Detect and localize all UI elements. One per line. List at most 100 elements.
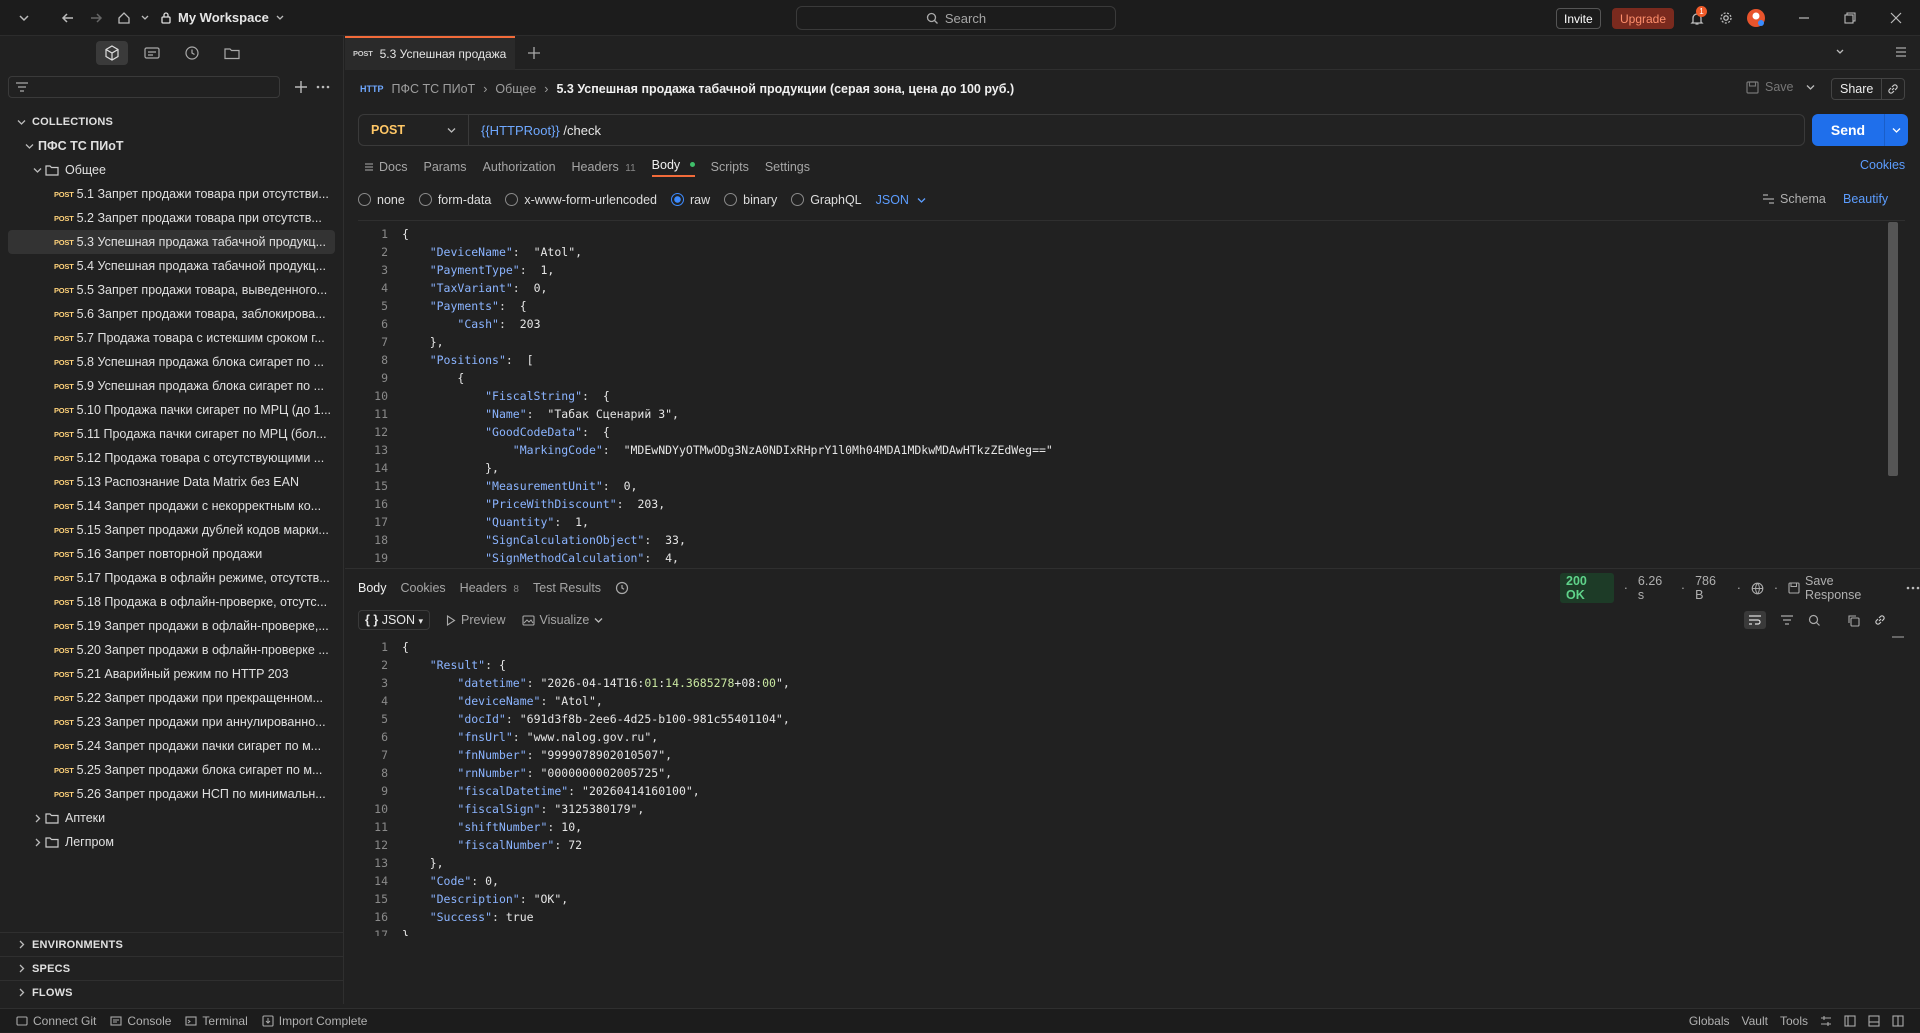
radio-raw[interactable]: raw bbox=[671, 193, 710, 207]
connect-git-button[interactable]: Connect Git bbox=[16, 1014, 96, 1028]
radio-none[interactable]: none bbox=[358, 193, 405, 207]
tab-headers[interactable]: Headers 11 bbox=[572, 160, 636, 174]
sidebar-request-item[interactable]: POST 5.1 Запрет продажи товара при отсутс… bbox=[0, 182, 343, 206]
wrap-lines-icon[interactable] bbox=[1744, 611, 1766, 629]
resp-tab-body[interactable]: Body bbox=[358, 581, 387, 595]
response-history-icon[interactable] bbox=[615, 581, 629, 595]
sidebar-request-item[interactable]: POST 5.17 Продажа в офлайн режиме, отсутс… bbox=[0, 566, 343, 590]
sidebar-request-item[interactable]: POST 5.2 Запрет продажи товара при отсутс… bbox=[0, 206, 343, 230]
request-editor-scrollbar[interactable] bbox=[1888, 222, 1898, 476]
user-avatar[interactable] bbox=[1742, 4, 1770, 32]
tab-request-5-3[interactable]: POST 5.3 Успешная продажа bbox=[345, 35, 515, 70]
sidebar-request-item[interactable]: POST 5.13 Распознание Data Matrix без EAN bbox=[0, 470, 343, 494]
notifications-bell-icon[interactable]: 1 bbox=[1683, 4, 1711, 32]
console-button[interactable]: Console bbox=[110, 1014, 171, 1028]
share-button[interactable]: Share bbox=[1831, 78, 1906, 100]
tab-scripts[interactable]: Scripts bbox=[711, 160, 749, 174]
specs-section[interactable]: SPECS bbox=[0, 956, 344, 980]
sidebar-request-item[interactable]: POST 5.4 Успешная продажа табачной продук… bbox=[0, 254, 343, 278]
settings-gear-icon[interactable] bbox=[1712, 4, 1740, 32]
add-collection-plus-icon[interactable] bbox=[294, 80, 308, 94]
layout-bottom-icon[interactable] bbox=[1868, 1015, 1880, 1027]
sidebar-request-item[interactable]: POST 5.11 Продажа пачки сигарет по МРЦ (б… bbox=[0, 422, 343, 446]
layout-grid-icon[interactable] bbox=[1895, 46, 1907, 58]
sidebar-request-item[interactable]: POST 5.9 Успешная продажа блока сигарет п… bbox=[0, 374, 343, 398]
beautify-button[interactable]: Beautify bbox=[1843, 192, 1888, 206]
filter-icon[interactable] bbox=[1780, 614, 1794, 626]
sidebar-request-item[interactable]: POST 5.26 Запрет продажи НСП по минимальн… bbox=[0, 782, 343, 806]
visualize-button[interactable]: Visualize bbox=[521, 613, 604, 627]
tools-button[interactable]: Tools bbox=[1780, 1014, 1808, 1028]
radio-x-www-form-urlencoded[interactable]: x-www-form-urlencoded bbox=[505, 193, 657, 207]
more-options-icon[interactable] bbox=[1906, 586, 1920, 590]
cookies-link[interactable]: Cookies bbox=[1860, 158, 1905, 172]
search-icon[interactable] bbox=[1808, 614, 1821, 627]
response-time[interactable]: 6.26 s bbox=[1638, 574, 1671, 602]
save-response-button[interactable]: Save Response bbox=[1788, 574, 1890, 602]
sidebar-request-item[interactable]: POST 5.6 Запрет продажи товара, заблокиро… bbox=[0, 302, 343, 326]
sidebar-request-item[interactable]: POST 5.20 Запрет продажи в офлайн-проверк… bbox=[0, 638, 343, 662]
back-arrow-icon[interactable] bbox=[54, 4, 82, 32]
vault-button[interactable]: Vault bbox=[1742, 1014, 1768, 1028]
preview-button[interactable]: Preview bbox=[446, 613, 506, 627]
home-icon[interactable] bbox=[110, 4, 138, 32]
globals-button[interactable]: Globals bbox=[1689, 1014, 1730, 1028]
link-icon[interactable] bbox=[1874, 614, 1886, 626]
upgrade-button[interactable]: Upgrade bbox=[1612, 8, 1675, 29]
method-selector[interactable]: POST bbox=[359, 115, 469, 145]
request-title[interactable]: 5.3 Успешная продажа табачной продукции … bbox=[556, 82, 1014, 96]
sidebar-request-item[interactable]: POST 5.23 Запрет продажи при аннулированн… bbox=[0, 710, 343, 734]
close-window-icon[interactable] bbox=[1882, 4, 1910, 32]
home-chevron-icon[interactable] bbox=[138, 4, 152, 32]
layout-split-icon[interactable] bbox=[1844, 1015, 1856, 1027]
radio-binary[interactable]: binary bbox=[724, 193, 777, 207]
workspace-switcher[interactable]: My Workspace bbox=[160, 10, 285, 25]
send-button[interactable]: Send bbox=[1812, 114, 1908, 146]
body-format-dropdown[interactable]: JSON bbox=[876, 193, 926, 207]
breadcrumb-collection[interactable]: ПФС ТС ПИоТ bbox=[392, 82, 476, 96]
restore-window-icon[interactable] bbox=[1836, 4, 1864, 32]
schema-button[interactable]: Schema bbox=[1762, 192, 1826, 206]
tab-docs[interactable]: Docs bbox=[364, 160, 407, 174]
new-tab-plus-icon[interactable] bbox=[527, 46, 541, 60]
folder-legprom[interactable]: Легпром bbox=[0, 830, 343, 854]
minimize-window-icon[interactable] bbox=[1790, 4, 1818, 32]
layout-columns-icon[interactable] bbox=[1892, 1015, 1904, 1027]
collections-section-header[interactable]: COLLECTIONS bbox=[0, 110, 343, 134]
history-icon[interactable] bbox=[176, 41, 208, 65]
copy-icon[interactable] bbox=[1847, 614, 1860, 627]
flows-section[interactable]: FLOWS bbox=[0, 980, 344, 1004]
sidebar-request-item[interactable]: POST 5.14 Запрет продажи с некорректным к… bbox=[0, 494, 343, 518]
sidebar-request-item[interactable]: POST 5.10 Продажа пачки сигарет по МРЦ (д… bbox=[0, 398, 343, 422]
import-complete-status[interactable]: Import Complete bbox=[262, 1014, 367, 1028]
environments-section[interactable]: ENVIRONMENTS bbox=[0, 932, 344, 956]
sidebar-request-item[interactable]: POST 5.5 Запрет продажи товара, выведенно… bbox=[0, 278, 343, 302]
request-body-editor[interactable]: 1{2 "DeviceName": "Atol", 3 "PaymentType"… bbox=[358, 220, 1905, 566]
collection-item[interactable]: ПФС ТС ПИоТ bbox=[0, 134, 343, 158]
response-format-dropdown[interactable]: { } JSON ▾ bbox=[358, 610, 431, 630]
pane-divider[interactable] bbox=[345, 568, 1920, 569]
invite-button[interactable]: Invite bbox=[1556, 8, 1601, 29]
files-folder-icon[interactable] bbox=[216, 41, 248, 65]
sidebar-request-item[interactable]: POST 5.7 Продажа товара с истекшим сроком… bbox=[0, 326, 343, 350]
global-search[interactable]: Search bbox=[796, 6, 1116, 30]
environments-icon[interactable] bbox=[136, 41, 168, 65]
resp-tab-cookies[interactable]: Cookies bbox=[401, 581, 446, 595]
tab-params[interactable]: Params bbox=[423, 160, 466, 174]
settings-sliders-icon[interactable] bbox=[1820, 1015, 1832, 1027]
more-options-icon[interactable] bbox=[316, 85, 330, 89]
sidebar-request-item[interactable]: POST 5.8 Успешная продажа блока сигарет п… bbox=[0, 350, 343, 374]
status-badge[interactable]: 200 OK bbox=[1560, 573, 1614, 603]
sidebar-request-item[interactable]: POST 5.15 Запрет продажи дублей кодов мар… bbox=[0, 518, 343, 542]
sidebar-request-item[interactable]: POST 5.3 Успешная продажа табачной продук… bbox=[8, 230, 335, 254]
sidebar-request-item[interactable]: POST 5.25 Запрет продажи блока сигарет по… bbox=[0, 758, 343, 782]
sidebar-request-item[interactable]: POST 5.19 Запрет продажи в офлайн-проверк… bbox=[0, 614, 343, 638]
save-button[interactable]: Save bbox=[1746, 80, 1815, 94]
tab-body[interactable]: Body bbox=[651, 158, 695, 177]
tab-settings[interactable]: Settings bbox=[765, 160, 810, 174]
breadcrumb-folder[interactable]: Общее bbox=[495, 82, 536, 96]
resp-tab-test-results[interactable]: Test Results bbox=[533, 581, 601, 595]
sidebar-request-item[interactable]: POST 5.16 Запрет повторной продажи bbox=[0, 542, 343, 566]
collections-cube-icon[interactable] bbox=[95, 41, 128, 65]
folder-general[interactable]: Общее bbox=[0, 158, 343, 182]
